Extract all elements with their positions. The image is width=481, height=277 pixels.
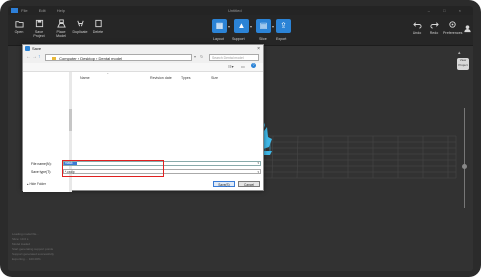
- forward-arrow-icon[interactable]: →: [32, 54, 37, 60]
- help-icon[interactable]: ?: [251, 63, 256, 68]
- save-button[interactable]: Save(S): [213, 181, 235, 187]
- window-title: Untitled: [228, 8, 242, 13]
- save-project-icon: [35, 19, 43, 28]
- collapse-chevron-icon: ▴: [27, 182, 29, 186]
- support-label: Support: [232, 37, 245, 41]
- file-name-label: File name(N):: [31, 162, 52, 166]
- place-model-icon: [56, 19, 66, 28]
- column-revision-date[interactable]: Revision date: [150, 76, 172, 80]
- view-options-icon[interactable]: ☷▾: [228, 64, 234, 69]
- dialog-title: Save: [32, 46, 42, 51]
- slice-dropdown-chevron-icon[interactable]: ▾: [272, 24, 274, 29]
- save-project-button[interactable]: Save Project: [30, 19, 48, 38]
- save-dialog: Save × ← → ↑ Computer › Desktop › Dental…: [22, 44, 264, 192]
- view-cube[interactable]: View Project: [457, 58, 469, 70]
- layer-slider-handle[interactable]: [462, 164, 467, 169]
- support-button[interactable]: ▲: [234, 19, 249, 33]
- dialog-close-icon[interactable]: ×: [257, 45, 260, 53]
- breadcrumb-desktop[interactable]: Desktop: [80, 56, 95, 61]
- export-icon: ⇪: [280, 21, 287, 30]
- menu-edit[interactable]: Edit: [39, 8, 46, 13]
- layer-slider-track[interactable]: [464, 108, 465, 208]
- view-cube-icon[interactable]: ▴: [458, 50, 461, 56]
- address-dropdown-chevron-icon[interactable]: ▾: [194, 54, 196, 59]
- sort-chevron-icon: ^: [107, 72, 109, 76]
- refresh-icon[interactable]: ↻: [200, 54, 203, 59]
- column-name[interactable]: Name: [80, 76, 90, 80]
- place-model-button[interactable]: Place Model: [52, 19, 70, 38]
- file-name-dropdown-chevron-icon[interactable]: ▾: [257, 161, 259, 165]
- menu-bar: File Edit Help: [21, 8, 75, 13]
- menu-help[interactable]: Help: [57, 8, 65, 13]
- slice-label: Slice: [259, 37, 267, 41]
- window-controls: – □ ×: [428, 6, 467, 15]
- close-window-button[interactable]: ×: [459, 8, 467, 13]
- hide-folders-toggle[interactable]: ▴ Hide Folder: [27, 182, 46, 186]
- open-button[interactable]: Open: [12, 19, 26, 34]
- screenshot-frame: File Edit Help Untitled – □ × Open Save …: [0, 0, 481, 277]
- back-arrow-icon[interactable]: ←: [26, 54, 31, 60]
- maximize-button[interactable]: □: [443, 8, 451, 13]
- log-output: Loading model file... Slice: 10.0 s Mode…: [12, 232, 54, 262]
- breadcrumb[interactable]: Computer › Desktop › Dental model: [45, 54, 192, 61]
- redo-icon: [429, 22, 439, 29]
- app-logo-icon: [11, 8, 18, 14]
- duplicate-button[interactable]: Duplicate: [71, 19, 89, 34]
- menu-file[interactable]: File: [21, 8, 27, 13]
- support-dropdown-chevron-icon[interactable]: ▾: [250, 24, 252, 29]
- minimize-button[interactable]: –: [428, 8, 436, 13]
- highlight-annotation: [62, 160, 164, 177]
- layout-dropdown-chevron-icon[interactable]: ▾: [228, 24, 230, 29]
- dialog-title-bar: Save ×: [23, 45, 263, 53]
- layout-button[interactable]: ▦: [212, 19, 227, 33]
- application-window: File Edit Help Untitled – □ × Open Save …: [8, 6, 473, 271]
- save-type-label: Save type(T):: [31, 170, 52, 174]
- folder-open-icon: [14, 21, 24, 28]
- organize-bar: ☷▾ ▭ ?: [23, 63, 263, 72]
- address-bar: ← → ↑ Computer › Desktop › Dental model …: [23, 53, 263, 63]
- export-label: Export: [276, 37, 287, 41]
- up-arrow-icon[interactable]: ↑: [38, 54, 41, 60]
- title-bar: File Edit Help Untitled – □ ×: [8, 6, 473, 15]
- layout-icon: ▦: [215, 21, 224, 30]
- delete-button[interactable]: Delete: [90, 19, 106, 34]
- cancel-button[interactable]: Cancel: [238, 181, 260, 187]
- user-button[interactable]: [463, 24, 471, 35]
- save-type-dropdown-chevron-icon[interactable]: ▾: [257, 170, 259, 174]
- slice-button[interactable]: ▤: [256, 19, 271, 33]
- preferences-button[interactable]: Preferences: [443, 20, 462, 35]
- user-icon: [464, 25, 471, 33]
- redo-button[interactable]: Redo: [427, 20, 441, 35]
- main-toolbar: Open Save Project Place Model Duplicate …: [8, 15, 473, 46]
- breadcrumb-dental-model[interactable]: Dental model: [99, 56, 123, 61]
- support-icon: ▲: [237, 21, 246, 30]
- dialog-app-icon: [25, 46, 30, 51]
- export-button[interactable]: ⇪: [276, 19, 291, 33]
- column-size[interactable]: Size: [211, 76, 218, 80]
- duplicate-icon: [76, 20, 84, 27]
- undo-icon: [412, 22, 422, 29]
- layout-label: Layout: [213, 37, 224, 41]
- preview-pane-icon[interactable]: ▭: [241, 64, 245, 69]
- column-types[interactable]: Types: [181, 76, 191, 80]
- breadcrumb-computer[interactable]: Computer: [59, 56, 77, 61]
- search-input[interactable]: Search Dental model: [209, 54, 259, 61]
- folder-icon: [52, 57, 56, 60]
- slice-icon: ▤: [259, 21, 268, 30]
- log-line: Exporting ... 100.00%: [12, 257, 41, 261]
- delete-icon: [94, 19, 102, 28]
- undo-button[interactable]: Undo: [410, 20, 424, 35]
- preferences-icon: [448, 21, 456, 28]
